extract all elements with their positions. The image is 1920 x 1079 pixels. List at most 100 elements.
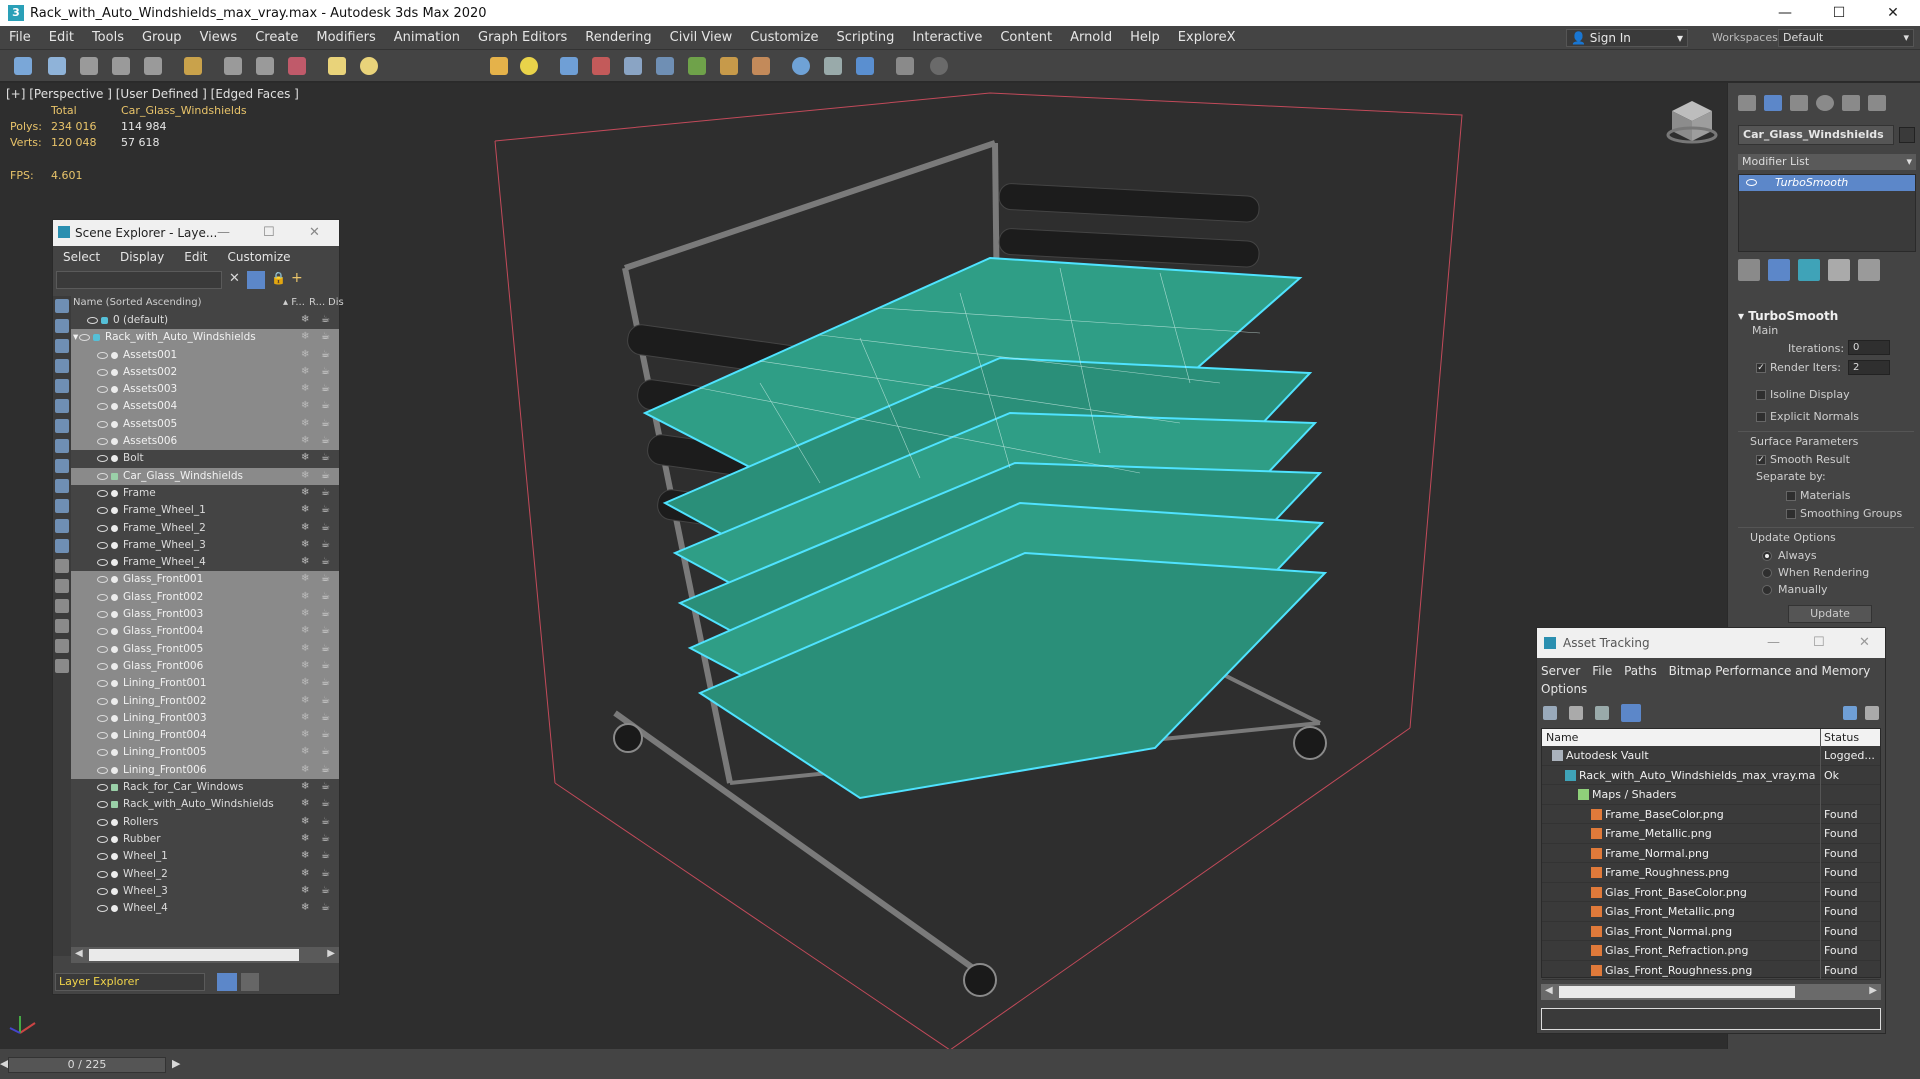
clear-search-icon[interactable]: ✕ [229, 271, 240, 286]
asset-tracking-titlebar[interactable]: Asset Tracking — ☐ ✕ [1537, 628, 1885, 658]
renderable-teapot-icon[interactable]: ☕ [321, 851, 333, 861]
freeze-icon[interactable]: ❄ [301, 315, 311, 325]
display-geometry-icon[interactable] [55, 319, 69, 333]
list-item[interactable]: Glass_Front004 ❄ ☕ [71, 623, 339, 641]
table-row[interactable]: Autodesk Vault Logged... [1542, 746, 1880, 766]
iterations-spinner[interactable]: 0 [1848, 340, 1890, 355]
renderable-teapot-icon[interactable]: ☕ [321, 401, 333, 411]
list-item[interactable]: Car_Glass_Windshields ❄ ☕ [71, 467, 339, 485]
list-item[interactable]: Rubber ❄ ☕ [71, 831, 339, 848]
renderable-teapot-icon[interactable]: ☕ [321, 660, 333, 671]
eye-icon[interactable] [97, 749, 108, 757]
object-name-field[interactable]: Car_Glass_Windshields [1738, 125, 1894, 145]
list-item[interactable]: Wheel_2 ❄ ☕ [71, 866, 339, 883]
list-item[interactable]: Wheel_1 ❄ ☕ [71, 848, 339, 865]
freeze-icon[interactable]: ❄ [301, 868, 311, 879]
freeze-icon[interactable]: ❄ [301, 660, 311, 671]
sort-by-hierarchy-icon[interactable] [241, 973, 259, 991]
eye-icon[interactable] [79, 334, 90, 342]
renderable-teapot-icon[interactable]: ☕ [321, 557, 333, 567]
menu-create[interactable]: Create [246, 30, 307, 45]
eye-icon[interactable] [97, 766, 108, 774]
freeze-icon[interactable]: ❄ [301, 609, 311, 619]
refresh-icon[interactable] [1543, 706, 1557, 720]
renderable-teapot-icon[interactable]: ☕ [321, 505, 333, 515]
display-groups-icon[interactable] [55, 439, 69, 453]
renderable-teapot-icon[interactable]: ☕ [321, 470, 333, 481]
maximize-button[interactable]: ☐ [1813, 628, 1825, 658]
renderable-teapot-icon[interactable]: ☕ [321, 436, 333, 446]
renderable-teapot-icon[interactable]: ☕ [321, 418, 333, 429]
menu-scripting[interactable]: Scripting [828, 30, 904, 45]
list-item[interactable]: Rollers ❄ ☕ [71, 814, 339, 831]
make-unique-icon[interactable] [1798, 259, 1820, 281]
menu-tools[interactable]: Tools [83, 30, 133, 45]
table-row[interactable]: Glas_Front_Metallic.png Found [1542, 902, 1880, 922]
viewcube[interactable] [1666, 101, 1718, 144]
eye-icon[interactable] [87, 317, 98, 324]
mirror-icon[interactable] [560, 57, 578, 75]
minimize-button[interactable]: — [217, 220, 230, 246]
freeze-icon[interactable]: ❄ [301, 591, 311, 602]
eye-icon[interactable] [97, 593, 108, 601]
add-layer-icon[interactable]: + [291, 270, 303, 286]
show-end-result-icon[interactable] [1768, 259, 1790, 281]
se-menu-display[interactable]: Display [110, 250, 174, 264]
explorer-mode-select[interactable]: Layer Explorer [55, 973, 205, 991]
display-space-warps-icon[interactable] [55, 419, 69, 433]
renderable-teapot-icon[interactable]: ☕ [321, 868, 333, 879]
render-production-icon[interactable] [856, 57, 874, 75]
renderable-teapot-icon[interactable]: ☕ [321, 712, 333, 723]
se-menu-select[interactable]: Select [53, 250, 110, 264]
eye-icon[interactable] [97, 680, 108, 688]
menu-content[interactable]: Content [991, 30, 1061, 45]
sign-in-dropdown[interactable]: 👤 Sign In ▾ [1566, 29, 1688, 47]
renderable-teapot-icon[interactable]: ☕ [321, 799, 333, 809]
table-row[interactable]: Rack_with_Auto_Windshields_max_vray.max O… [1542, 766, 1880, 785]
scroll-left-icon[interactable]: ◀ [75, 948, 83, 959]
renderable-teapot-icon[interactable]: ☕ [321, 574, 333, 584]
list-item[interactable]: 0 (default) ❄ ☕ [71, 312, 339, 329]
eye-icon[interactable] [97, 732, 108, 740]
menu-group[interactable]: Group [133, 30, 191, 45]
close-button[interactable]: ✕ [1866, 0, 1920, 26]
renderable-teapot-icon[interactable]: ☕ [321, 315, 333, 325]
object-color-swatch[interactable] [1899, 127, 1915, 143]
display-helpers-icon[interactable] [55, 399, 69, 413]
renderable-teapot-icon[interactable]: ☕ [321, 885, 333, 896]
scroll-right-icon[interactable]: ▶ [1869, 985, 1877, 996]
freeze-icon[interactable]: ❄ [301, 747, 311, 757]
freeze-icon[interactable]: ❄ [301, 487, 311, 498]
renderable-teapot-icon[interactable]: ☕ [321, 782, 333, 792]
list-item[interactable]: Rack_for_Car_Windows ❄ ☕ [71, 779, 339, 796]
turbosmooth-rollout-title[interactable]: ▾ TurboSmooth [1738, 309, 1838, 323]
eye-icon[interactable] [97, 559, 108, 567]
materials-checkbox[interactable] [1786, 491, 1796, 501]
table-row[interactable]: Glas_Front_Refraction.png Found [1542, 941, 1880, 961]
at-menu-options[interactable]: Options [1541, 682, 1587, 696]
column-frozen-header[interactable]: ▴ F... [283, 297, 305, 308]
next-frame-icon[interactable]: ▶ [172, 1057, 180, 1070]
renderable-teapot-icon[interactable]: ☕ [321, 730, 333, 740]
renderable-teapot-icon[interactable]: ☕ [321, 747, 333, 757]
viewport-label[interactable]: [+] [Perspective ] [User Defined ] [Edge… [6, 87, 299, 101]
renderable-teapot-icon[interactable]: ☕ [321, 349, 333, 360]
list-item[interactable]: Assets006 ❄ ☕ [71, 433, 339, 451]
display-xrefs-icon[interactable] [55, 459, 69, 473]
freeze-icon[interactable]: ❄ [301, 384, 311, 394]
help-icon[interactable] [930, 57, 948, 75]
scroll-left-icon[interactable]: ◀ [1545, 985, 1553, 996]
freeze-icon[interactable]: ❄ [301, 349, 311, 360]
eye-icon[interactable] [97, 662, 108, 670]
rectangular-selection-icon[interactable] [288, 57, 306, 75]
material-editor-icon[interactable] [752, 57, 770, 75]
filter-icon[interactable] [247, 271, 265, 289]
freeze-icon[interactable]: ❄ [301, 401, 311, 411]
horizontal-scrollbar[interactable]: ◀ ▶ [1541, 984, 1881, 1000]
menu-file[interactable]: File [0, 30, 40, 45]
select-children-icon[interactable] [55, 639, 69, 653]
renderable-teapot-icon[interactable]: ☕ [321, 833, 333, 844]
render-iters-spinner[interactable]: 2 [1848, 360, 1890, 375]
eye-icon[interactable] [97, 905, 108, 913]
renderable-teapot-icon[interactable]: ☕ [321, 626, 333, 636]
